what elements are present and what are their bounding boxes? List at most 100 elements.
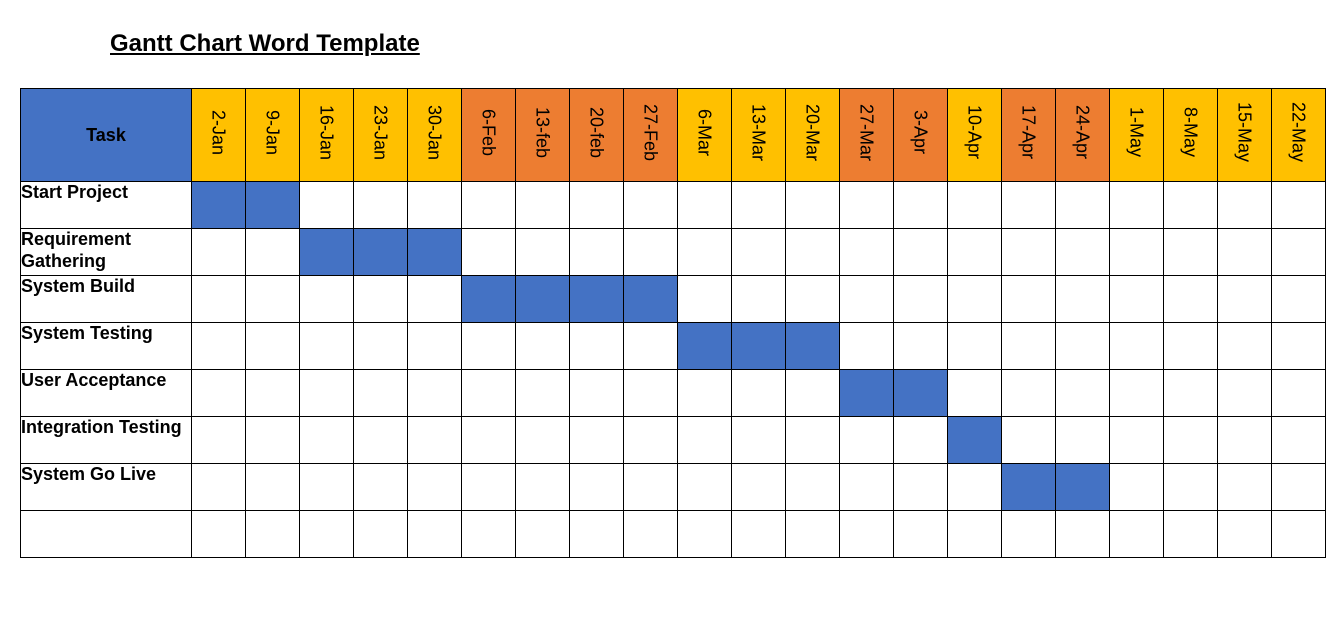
gantt-empty-cell	[1272, 229, 1326, 276]
week-label: 20-Mar	[804, 96, 822, 169]
gantt-empty-cell	[948, 464, 1002, 511]
week-header: 6-Feb	[462, 89, 516, 182]
gantt-empty-cell	[1002, 229, 1056, 276]
task-name-cell: System Testing	[21, 323, 192, 370]
gantt-empty-cell	[192, 370, 246, 417]
task-name-cell: System Build	[21, 276, 192, 323]
week-header: 13-Mar	[732, 89, 786, 182]
week-label: 15-May	[1236, 94, 1254, 170]
gantt-empty-cell	[246, 370, 300, 417]
task-name-cell: User Acceptance	[21, 370, 192, 417]
gantt-empty-cell	[786, 276, 840, 323]
week-header: 16-Jan	[300, 89, 354, 182]
gantt-empty-cell	[624, 511, 678, 558]
gantt-header-row: Task 2-Jan9-Jan16-Jan23-Jan30-Jan6-Feb13…	[21, 89, 1326, 182]
gantt-bar-cell	[948, 417, 1002, 464]
week-header: 27-Mar	[840, 89, 894, 182]
gantt-empty-cell	[408, 323, 462, 370]
gantt-bar-cell	[1002, 464, 1056, 511]
task-name-cell: Integration Testing	[21, 417, 192, 464]
gantt-bar-cell	[462, 276, 516, 323]
week-header: 6-Mar	[678, 89, 732, 182]
gantt-empty-cell	[624, 182, 678, 229]
week-label: 2-Jan	[210, 102, 228, 163]
gantt-empty-cell	[1110, 323, 1164, 370]
week-header: 13-feb	[516, 89, 570, 182]
gantt-empty-cell	[1218, 229, 1272, 276]
gantt-empty-cell	[300, 511, 354, 558]
week-header: 15-May	[1218, 89, 1272, 182]
gantt-bar-cell	[624, 276, 678, 323]
task-name-cell: Start Project	[21, 182, 192, 229]
gantt-empty-cell	[1002, 182, 1056, 229]
gantt-empty-cell	[1164, 182, 1218, 229]
gantt-empty-cell	[678, 464, 732, 511]
gantt-chart: Task 2-Jan9-Jan16-Jan23-Jan30-Jan6-Feb13…	[20, 88, 1326, 558]
gantt-empty-cell	[1110, 276, 1164, 323]
gantt-body: Start ProjectRequirement GatheringSystem…	[21, 182, 1326, 558]
gantt-empty-cell	[1056, 370, 1110, 417]
gantt-empty-cell	[1218, 276, 1272, 323]
week-header: 1-May	[1110, 89, 1164, 182]
gantt-empty-cell	[894, 229, 948, 276]
gantt-empty-cell	[1218, 417, 1272, 464]
gantt-empty-cell	[894, 417, 948, 464]
gantt-empty-cell	[1002, 323, 1056, 370]
week-label: 20-feb	[588, 99, 606, 166]
gantt-empty-cell	[408, 511, 462, 558]
gantt-empty-cell	[192, 464, 246, 511]
gantt-empty-cell	[462, 464, 516, 511]
gantt-bar-cell	[570, 276, 624, 323]
gantt-empty-cell	[840, 464, 894, 511]
week-label: 8-May	[1182, 99, 1200, 165]
task-row: System Build	[21, 276, 1326, 323]
week-label: 10-Apr	[966, 97, 984, 167]
gantt-empty-cell	[894, 276, 948, 323]
gantt-bar-cell	[246, 182, 300, 229]
week-label: 6-Mar	[696, 101, 714, 164]
week-label: 1-May	[1128, 99, 1146, 165]
gantt-empty-cell	[786, 511, 840, 558]
week-label: 27-Feb	[642, 96, 660, 169]
gantt-empty-cell	[678, 370, 732, 417]
gantt-empty-cell	[624, 229, 678, 276]
task-row: Start Project	[21, 182, 1326, 229]
gantt-empty-cell	[192, 323, 246, 370]
gantt-empty-cell	[516, 511, 570, 558]
gantt-empty-cell	[1002, 417, 1056, 464]
page: Gantt Chart Word Template Task 2-Jan9-Ja…	[0, 0, 1328, 578]
gantt-empty-cell	[1272, 511, 1326, 558]
gantt-empty-cell	[570, 511, 624, 558]
task-row: User Acceptance	[21, 370, 1326, 417]
gantt-empty-cell	[300, 417, 354, 464]
week-header: 24-Apr	[1056, 89, 1110, 182]
week-header: 23-Jan	[354, 89, 408, 182]
gantt-empty-cell	[1164, 229, 1218, 276]
gantt-bar-cell	[1056, 464, 1110, 511]
gantt-empty-cell	[732, 417, 786, 464]
week-header: 2-Jan	[192, 89, 246, 182]
gantt-empty-cell	[1110, 417, 1164, 464]
gantt-empty-cell	[1272, 370, 1326, 417]
gantt-bar-cell	[408, 229, 462, 276]
task-name-cell: System Go Live	[21, 464, 192, 511]
gantt-empty-cell	[354, 323, 408, 370]
gantt-empty-cell	[354, 182, 408, 229]
gantt-empty-cell	[570, 323, 624, 370]
gantt-empty-cell	[1164, 276, 1218, 323]
gantt-empty-cell	[1272, 417, 1326, 464]
gantt-empty-cell	[948, 511, 1002, 558]
gantt-empty-cell	[840, 417, 894, 464]
gantt-bar-cell	[894, 370, 948, 417]
gantt-empty-cell	[1002, 370, 1056, 417]
gantt-empty-cell	[678, 229, 732, 276]
gantt-empty-cell	[1218, 511, 1272, 558]
gantt-empty-cell	[678, 417, 732, 464]
gantt-empty-cell	[570, 464, 624, 511]
gantt-empty-cell	[894, 464, 948, 511]
gantt-empty-cell	[1056, 182, 1110, 229]
gantt-empty-cell	[1164, 323, 1218, 370]
gantt-empty-cell	[840, 182, 894, 229]
week-header: 20-feb	[570, 89, 624, 182]
week-label: 6-Feb	[480, 101, 498, 164]
